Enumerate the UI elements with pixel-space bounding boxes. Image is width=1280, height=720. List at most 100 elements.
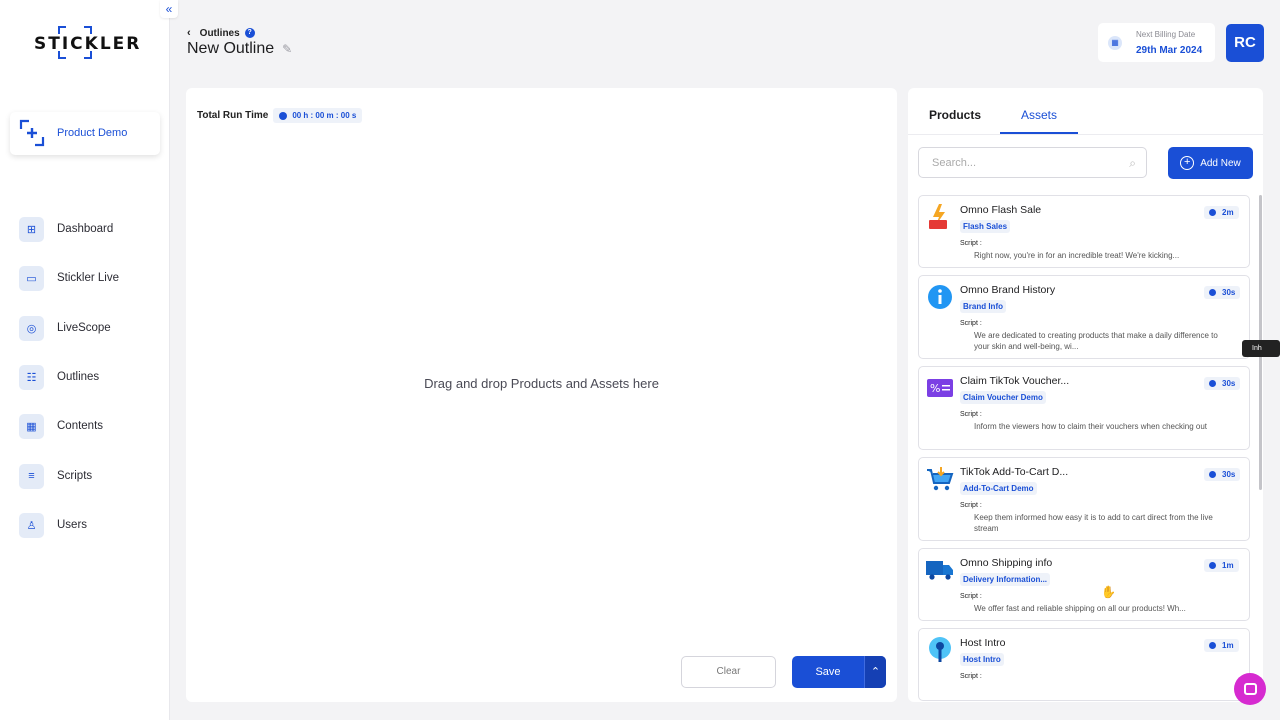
- outline-icon: ☷: [19, 364, 44, 390]
- asset-card[interactable]: Omno Brand History Brand Info 30s Script…: [918, 275, 1250, 359]
- clock-icon: [1209, 380, 1216, 387]
- plus-circle-icon: +: [1180, 156, 1195, 170]
- asset-title: Omno Flash Sale: [960, 204, 1042, 216]
- billing-date: 29th Mar 2024: [1136, 45, 1203, 56]
- script-text: Keep them informed how easy it is to add…: [974, 513, 1213, 533]
- clock-icon: [1209, 562, 1216, 569]
- svg-text:%: %: [930, 382, 940, 395]
- sidebar-item-contents[interactable]: ▦ Contents: [19, 413, 103, 439]
- asset-card[interactable]: Host Intro Host Intro 1m Script :: [918, 628, 1250, 701]
- cart-icon: [926, 465, 954, 493]
- pencil-icon[interactable]: ✎: [282, 42, 292, 56]
- script-text: Inform the viewers how to claim their vo…: [974, 422, 1207, 431]
- video-icon: ▭: [19, 265, 44, 291]
- duration-value: 1m: [1222, 561, 1234, 570]
- script-text: We offer fast and reliable shipping on a…: [974, 604, 1186, 613]
- outline-canvas[interactable]: Total Run Time 00 h : 00 m : 00 s Drag a…: [186, 88, 897, 702]
- asset-title: Claim TikTok Voucher...: [960, 375, 1070, 387]
- asset-card[interactable]: TikTok Add-To-Cart D... Add-To-Cart Demo…: [918, 457, 1250, 541]
- help-icon[interactable]: ?: [244, 28, 255, 38]
- sidebar-item-label: Contents: [57, 420, 104, 432]
- tab-assets[interactable]: Assets: [1021, 108, 1057, 122]
- script-label: Script :: [960, 240, 982, 247]
- sidebar-item-users[interactable]: ♙ Users: [19, 512, 87, 538]
- logo-text: STICKLER: [34, 34, 142, 54]
- duration-value: 1m: [1222, 641, 1234, 650]
- tab-bar: Products Assets: [908, 88, 1263, 135]
- duration-badge: 30s: [1204, 286, 1241, 299]
- sidebar-item-label: Stickler Live: [57, 272, 119, 284]
- sidebar-item-livescope[interactable]: ◎ LiveScope: [19, 315, 111, 341]
- sidebar-item-dashboard[interactable]: ⊞ Dashboard: [19, 216, 113, 242]
- duration-value: 2m: [1222, 208, 1234, 217]
- breadcrumb[interactable]: ‹ Outlines ?: [187, 27, 255, 39]
- info-icon: [926, 283, 954, 311]
- voucher-icon: %: [926, 374, 954, 402]
- product-demo-button[interactable]: Product Demo: [10, 112, 160, 155]
- asset-card[interactable]: % Claim TikTok Voucher... Claim Voucher …: [918, 366, 1250, 450]
- duration-badge: 30s: [1204, 468, 1241, 481]
- tab-products[interactable]: Products: [929, 108, 981, 122]
- collapse-sidebar-button[interactable]: «: [160, 0, 178, 18]
- asset-tag: Add-To-Cart Demo: [960, 482, 1037, 495]
- chevron-up-icon[interactable]: ⌃: [864, 656, 886, 688]
- sidebar-item-outlines[interactable]: ☷ Outlines: [19, 364, 99, 390]
- active-tab-indicator: [1000, 132, 1078, 134]
- script-icon: ≡: [19, 463, 44, 489]
- chevron-left-icon[interactable]: ‹: [187, 27, 191, 39]
- asset-title: TikTok Add-To-Cart D...: [960, 466, 1069, 478]
- drop-zone-hint: Drag and drop Products and Assets here: [424, 376, 659, 391]
- clock-icon: [1209, 471, 1216, 478]
- sidebar-item-stickler-live[interactable]: ▭ Stickler Live: [19, 265, 119, 291]
- asset-card[interactable]: Omno Shipping info Delivery Information.…: [918, 548, 1250, 621]
- host-icon: [926, 636, 954, 664]
- asset-tag: Delivery Information...: [960, 573, 1051, 586]
- billing-date-card: ▦ Next Billing Date 29th Mar 2024: [1098, 23, 1215, 62]
- save-button[interactable]: Save: [792, 656, 864, 688]
- asset-title: Omno Shipping info: [960, 557, 1053, 569]
- product-demo-label: Product Demo: [57, 127, 128, 139]
- outline-title: New Outline: [187, 40, 275, 57]
- asset-tag: Claim Voucher Demo: [960, 391, 1046, 404]
- clear-button[interactable]: Clear: [681, 656, 776, 688]
- runtime-value: 00 h : 00 m : 00 s: [292, 111, 357, 120]
- sidebar-item-label: Dashboard: [57, 223, 114, 235]
- sidebar-item-label: Scripts: [57, 470, 93, 482]
- duration-badge: 30s: [1204, 377, 1241, 390]
- duration-value: 30s: [1222, 470, 1236, 479]
- duration-badge: 1m: [1204, 559, 1239, 572]
- search-input[interactable]: Search... ⌕: [918, 147, 1147, 178]
- sidebar-item-label: Outlines: [57, 371, 100, 383]
- chat-button[interactable]: [1234, 673, 1266, 705]
- add-new-button[interactable]: + Add New: [1168, 147, 1253, 179]
- search-placeholder: Search...: [932, 157, 977, 169]
- script-label: Script :: [960, 411, 982, 418]
- asset-tag: Host Intro: [960, 653, 1004, 666]
- stickler-logo[interactable]: STICKLER: [34, 26, 139, 60]
- clock-icon: [1209, 209, 1216, 216]
- library-panel: Products Assets Search... ⌕ + Add New Om…: [908, 88, 1263, 702]
- script-label: Script :: [960, 320, 982, 327]
- tooltip: Inh: [1242, 340, 1280, 357]
- asset-tag: Brand Info: [960, 300, 1006, 313]
- add-new-label: Add New: [1200, 157, 1241, 169]
- search-icon[interactable]: ⌕: [1129, 156, 1136, 171]
- total-runtime: Total Run Time 00 h : 00 m : 00 s: [197, 108, 363, 123]
- sidebar-item-scripts[interactable]: ≡ Scripts: [19, 463, 92, 489]
- save-button-group: Save ⌃: [792, 656, 886, 688]
- asset-list[interactable]: Omno Flash Sale Flash Sales 2m Script : …: [918, 195, 1250, 702]
- duration-value: 30s: [1222, 379, 1236, 388]
- script-label: Script :: [960, 673, 982, 680]
- asset-title: Host Intro: [960, 637, 1006, 649]
- script-text: Right now, you're in for an incredible t…: [974, 251, 1180, 260]
- breadcrumb-outlines[interactable]: Outlines: [200, 28, 240, 39]
- avatar[interactable]: RC: [1226, 24, 1264, 62]
- duration-badge: 2m: [1204, 206, 1239, 219]
- duration-value: 30s: [1222, 288, 1236, 297]
- clock-icon: [279, 111, 288, 120]
- asset-title: Omno Brand History: [960, 284, 1056, 296]
- calendar-icon: ▦: [1108, 36, 1122, 50]
- asset-card[interactable]: Omno Flash Sale Flash Sales 2m Script : …: [918, 195, 1250, 268]
- flash-sale-icon: [926, 203, 954, 231]
- user-icon: ♙: [19, 512, 44, 538]
